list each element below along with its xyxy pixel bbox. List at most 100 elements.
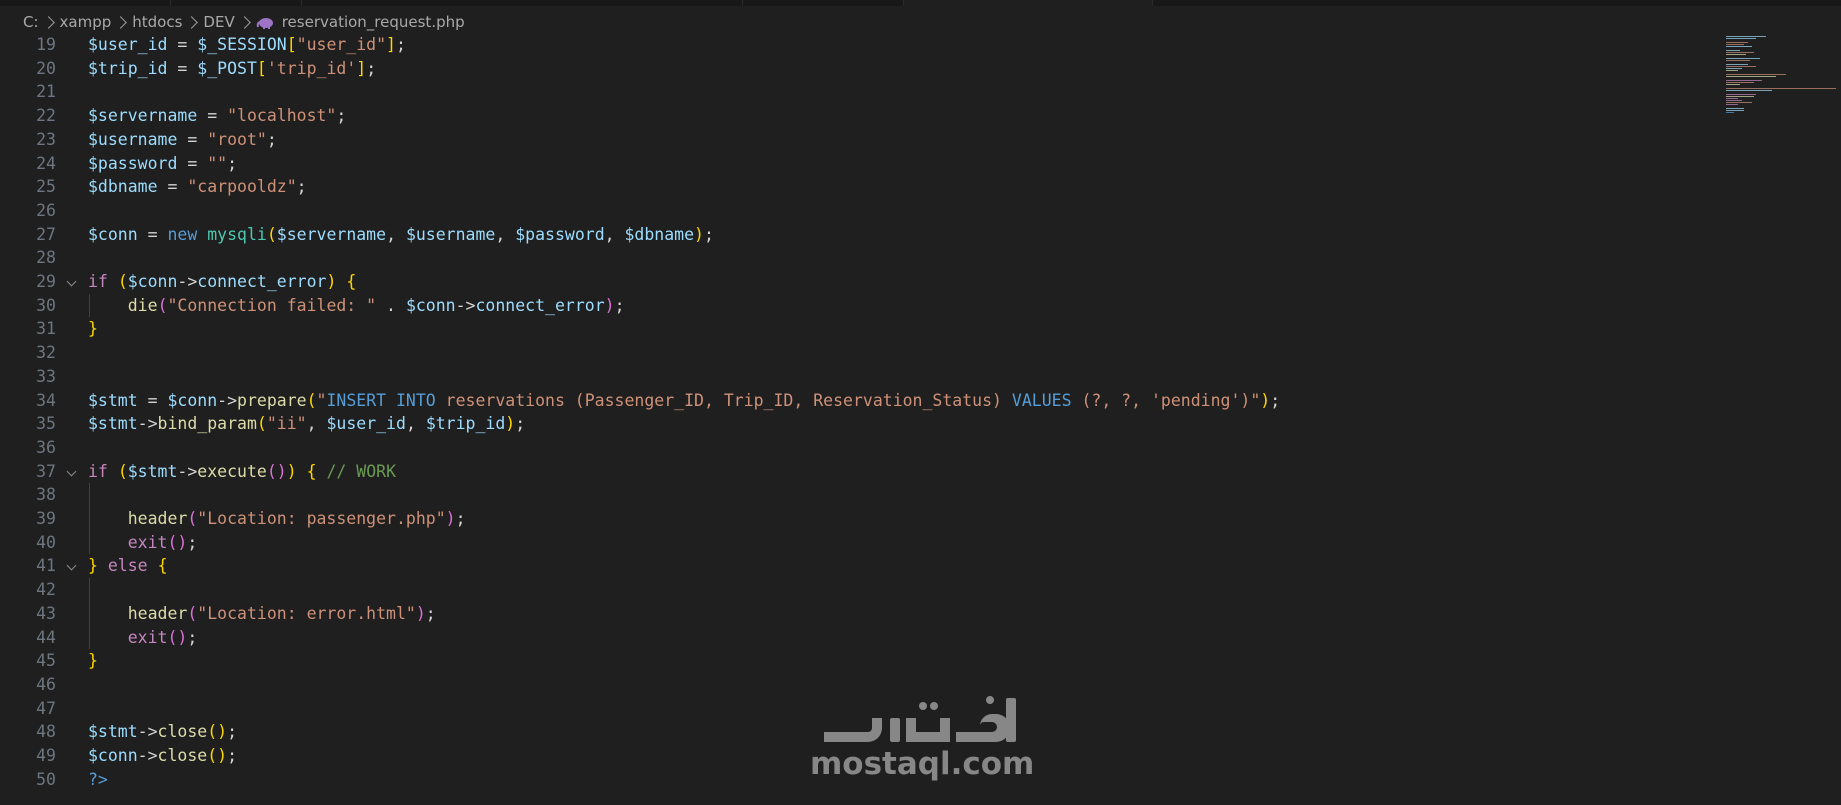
code-token: . [376,295,406,315]
code-line[interactable]: 31} [0,317,1720,341]
code-token: $conn [88,746,138,765]
code-token: $password [88,153,178,173]
minimap-line [1726,88,1836,89]
code-token: ; [455,509,466,528]
code-line[interactable]: 25 $dbname = "carpooldz"; [0,175,1720,199]
fold-chevron-icon[interactable] [66,276,77,287]
minimap-line [1726,102,1752,103]
code-token: ; [187,627,198,647]
code-token: ; [395,35,406,54]
code-token: ; [515,414,526,434]
code-line[interactable]: 32 [0,341,1720,365]
line-number: 28 [36,248,56,268]
line-number: 49 [36,746,56,765]
line-number: 45 [36,651,56,671]
line-number: 33 [36,366,56,386]
code-token: , [604,224,625,244]
code-text: $trip_id = $_POST['trip_id']; [88,57,376,81]
code-token: ( [187,603,198,623]
code-token: ; [1270,390,1281,410]
code-text: header("Location: error.html"); [88,602,436,626]
code-text: } else { [88,554,168,578]
indent-guide [89,483,90,555]
code-line[interactable]: 37 if ($stmt->execute()) { // WORK [0,460,1720,484]
code-token: " [316,390,327,410]
code-line[interactable]: 34 $stmt = $conn->prepare("INSERT INTO re… [0,389,1720,413]
code-text: $password = ""; [88,152,237,176]
code-line[interactable]: 39 header("Location: passenger.php"); [0,507,1720,531]
code-line[interactable]: 41} else { [0,554,1720,578]
code-text: } [88,649,98,673]
code-token: else [107,556,148,576]
minimap-line [1726,42,1748,43]
code-token: $password [515,224,605,244]
code-text: $stmt->close(); [88,720,237,744]
line-number: 29 [36,272,56,291]
code-line[interactable]: 28 [0,246,1720,270]
code-line[interactable]: 29 if ($conn->connect_error) { [0,270,1720,294]
code-token: execute [197,461,267,481]
code-line[interactable]: 21 [0,80,1720,104]
code-token: VALUES [1011,390,1072,410]
code-token: ( [117,461,128,481]
minimap-line [1726,70,1738,71]
code-text: $stmt->bind_param("ii", $user_id, $trip_… [88,412,525,436]
breadcrumb-item-dev[interactable]: DEV [203,13,234,31]
code-line[interactable]: 27 $conn = new mysqli($servername, $usern… [0,223,1720,247]
code-line[interactable]: 43 header("Location: error.html"); [0,602,1720,626]
chevron-right-icon [41,15,55,29]
code-line[interactable]: 20 $trip_id = $_POST['trip_id']; [0,57,1720,81]
minimap-line [1726,96,1754,97]
code-line[interactable]: 22 $servername = "localhost"; [0,104,1720,128]
code-token: bind_param [157,414,257,434]
fold-chevron-icon[interactable] [66,466,77,477]
code-token: $stmt [127,461,178,481]
code-token: [ [286,35,297,54]
minimap[interactable] [1722,32,1841,152]
code-token: (?, ?, 'pending')" [1071,390,1261,410]
code-token: ) [415,603,426,623]
code-line[interactable]: 30 die("Connection failed: " . $conn->co… [0,294,1720,318]
code-line[interactable]: 26 [0,199,1720,223]
code-text: ?> [88,768,108,792]
code-token: ( [306,390,317,410]
code-line[interactable]: 36 [0,436,1720,460]
code-line[interactable]: 23 $username = "root"; [0,128,1720,152]
code-line[interactable]: 19 $user_id = $_SESSION["user_id"]; [0,33,1720,57]
code-token: ; [227,722,238,742]
line-number: 31 [36,319,56,339]
code-token: $conn [88,224,138,244]
code-token: $user_id [88,35,168,54]
code-line[interactable]: 24 $password = ""; [0,152,1720,176]
line-number: 23 [36,129,56,149]
fold-chevron-icon[interactable] [66,560,77,571]
minimap-line [1726,46,1752,47]
code-token: ; [614,295,625,315]
line-number: 32 [36,343,56,363]
code-token: = [177,129,208,149]
code-token: "user_id" [296,35,387,54]
code-line[interactable]: 38 [0,483,1720,507]
breadcrumb-item-drive[interactable]: C: [23,13,39,31]
breadcrumb-file[interactable]: reservation_request.php [282,13,465,31]
code-line[interactable]: 33 [0,365,1720,389]
code-token: connect_error [475,295,605,315]
chevron-right-icon [185,15,199,29]
code-token: new [167,224,198,244]
code-token: header [127,509,188,528]
minimap-line [1726,66,1756,67]
code-line[interactable]: 35 $stmt->bind_param("ii", $user_id, $tri… [0,412,1720,436]
code-line[interactable]: 44 exit(); [0,626,1720,650]
line-number: 42 [36,580,56,600]
code-line[interactable]: 42 [0,578,1720,602]
code-line[interactable]: 45} [0,649,1720,673]
code-text: $username = "root"; [88,128,277,152]
breadcrumb-item-htdocs[interactable]: htdocs [132,13,182,31]
breadcrumb-item-xampp[interactable]: xampp [60,13,112,31]
code-line[interactable]: 40 exit(); [0,531,1720,555]
